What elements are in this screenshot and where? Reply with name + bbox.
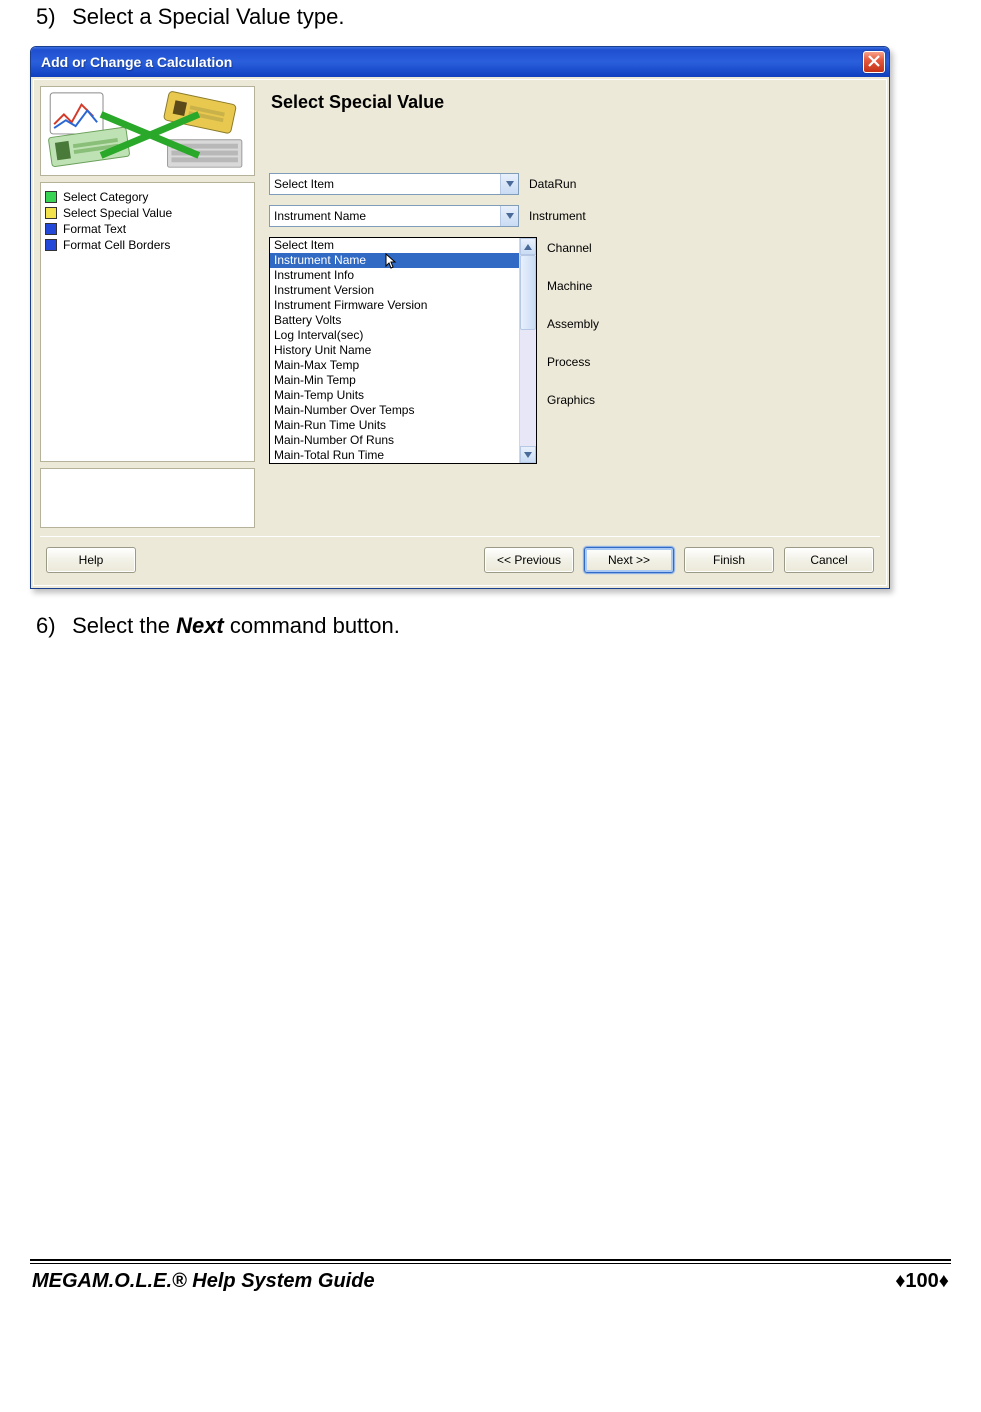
- list-item[interactable]: Instrument Version: [270, 283, 519, 298]
- previous-button[interactable]: << Previous: [484, 547, 574, 573]
- footer-guide-title: MEGAM.O.L.E.® Help System Guide: [32, 1270, 375, 1293]
- list-item[interactable]: Log Interval(sec): [270, 328, 519, 343]
- chevron-down-icon: [500, 174, 518, 194]
- instrument-listbox[interactable]: Select ItemInstrument NameInstrument Inf…: [269, 237, 537, 464]
- footer-page-number: ♦100♦: [895, 1270, 949, 1293]
- finish-button[interactable]: Finish: [684, 547, 774, 573]
- datarun-label: DataRun: [529, 173, 576, 191]
- titlebar: Add or Change a Calculation: [31, 47, 889, 77]
- category-label: Assembly: [547, 317, 599, 347]
- list-item[interactable]: Main-Number Over Temps: [270, 403, 519, 418]
- list-item[interactable]: Instrument Firmware Version: [270, 298, 519, 313]
- category-label: Machine: [547, 279, 599, 309]
- scroll-up-icon[interactable]: [520, 238, 536, 255]
- close-button[interactable]: [863, 51, 885, 73]
- step-6: 6) Select the Next command button.: [36, 613, 951, 639]
- list-item[interactable]: Main-Temp Units: [270, 388, 519, 403]
- wizard-step[interactable]: Format Text: [45, 221, 250, 237]
- next-button[interactable]: Next >>: [584, 547, 674, 573]
- step-6-num: 6): [36, 613, 66, 639]
- page-footer: MEGAM.O.L.E.® Help System Guide ♦100♦: [30, 1259, 951, 1293]
- preview-panel: [40, 468, 255, 528]
- list-item[interactable]: Instrument Name: [270, 253, 519, 268]
- step-6-pre: Select the: [72, 613, 176, 638]
- instrument-combo[interactable]: Instrument Name: [269, 205, 519, 227]
- list-item[interactable]: Instrument Info: [270, 268, 519, 283]
- wizard-step-label: Format Text: [63, 222, 126, 236]
- datarun-combo-value: Select Item: [270, 177, 500, 191]
- list-item[interactable]: History Unit Name: [270, 343, 519, 358]
- dialog-title: Add or Change a Calculation: [41, 54, 863, 70]
- list-item[interactable]: Main-Total Run Time: [270, 448, 519, 463]
- wizard-step[interactable]: Select Special Value: [45, 205, 250, 221]
- form-area: Select Special Value Select Item DataRun: [261, 86, 880, 528]
- scroll-down-icon[interactable]: [520, 446, 536, 463]
- section-title: Select Special Value: [271, 92, 872, 113]
- category-label: Graphics: [547, 393, 599, 423]
- list-item[interactable]: Main-Run Time Units: [270, 418, 519, 433]
- step-swatch-icon: [45, 191, 57, 203]
- category-labels: Channel Machine Assembly Process Graphics: [547, 237, 599, 423]
- instrument-label: Instrument: [529, 205, 586, 223]
- step-swatch-icon: [45, 207, 57, 219]
- step-5: 5) Select a Special Value type.: [36, 4, 951, 30]
- list-item[interactable]: Battery Volts: [270, 313, 519, 328]
- list-item[interactable]: Select Item: [270, 238, 519, 253]
- wizard-graphic: [40, 86, 255, 176]
- wizard-step[interactable]: Format Cell Borders: [45, 237, 250, 253]
- step-swatch-icon: [45, 223, 57, 235]
- dialog-window: Add or Change a Calculation: [30, 46, 890, 589]
- category-label: Channel: [547, 241, 599, 271]
- listbox-scrollbar[interactable]: [519, 238, 536, 463]
- dialog-body: Select Category Select Special Value Forma…: [33, 79, 887, 586]
- wizard-step-label: Format Cell Borders: [63, 238, 170, 252]
- list-item[interactable]: Main-Min Temp: [270, 373, 519, 388]
- close-icon: [868, 54, 880, 70]
- button-bar: Help << Previous Next >> Finish Cancel: [40, 536, 880, 579]
- list-item[interactable]: Main-Number Of Runs: [270, 433, 519, 448]
- step-5-num: 5): [36, 4, 66, 30]
- wizard-step-label: Select Category: [63, 190, 148, 204]
- step-6-post: command button.: [224, 613, 400, 638]
- chevron-down-icon: [500, 206, 518, 226]
- wizard-steps-list: Select Category Select Special Value Forma…: [40, 182, 255, 462]
- help-button[interactable]: Help: [46, 547, 136, 573]
- wizard-step[interactable]: Select Category: [45, 189, 250, 205]
- list-item[interactable]: Main-Max Temp: [270, 358, 519, 373]
- step-swatch-icon: [45, 239, 57, 251]
- cancel-button[interactable]: Cancel: [784, 547, 874, 573]
- step-5-text: Select a Special Value type.: [72, 4, 344, 29]
- category-label: Process: [547, 355, 599, 385]
- scroll-thumb[interactable]: [520, 255, 536, 330]
- datarun-combo[interactable]: Select Item: [269, 173, 519, 195]
- step-6-bold: Next: [176, 613, 224, 638]
- wizard-step-label: Select Special Value: [63, 206, 172, 220]
- scroll-track[interactable]: [520, 255, 536, 446]
- instrument-combo-value: Instrument Name: [270, 209, 500, 223]
